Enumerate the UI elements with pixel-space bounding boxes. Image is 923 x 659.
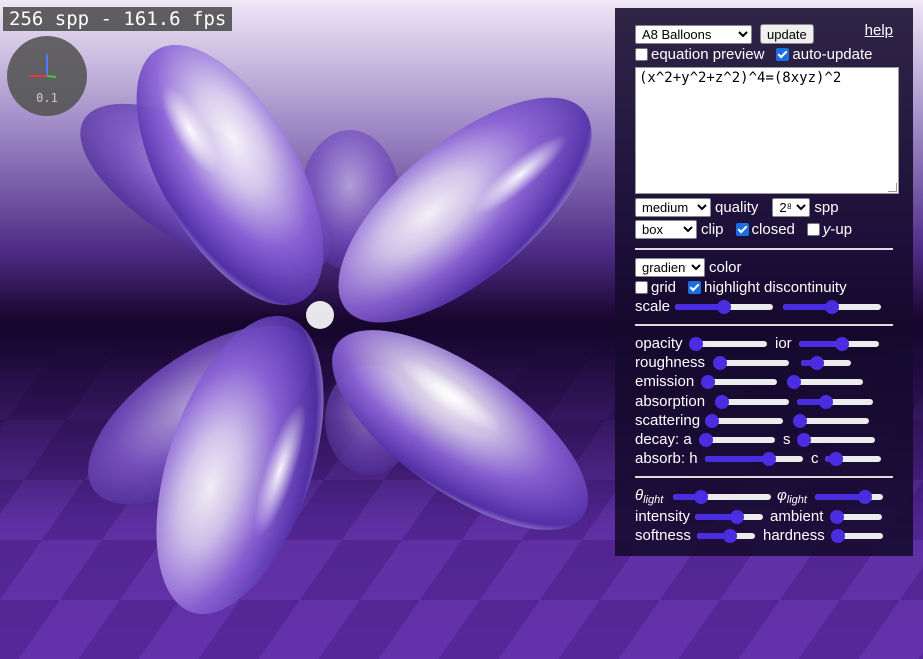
- emission-slider-2[interactable]: [787, 374, 863, 389]
- grid-checkbox[interactable]: [635, 281, 648, 294]
- clip-select[interactable]: box: [635, 220, 697, 239]
- highlight-discontinuity-checkbox[interactable]: [688, 281, 702, 294]
- hardness-slider[interactable]: [831, 528, 883, 543]
- slider-thumb[interactable]: [717, 299, 731, 314]
- roughness-label: roughness: [635, 354, 706, 371]
- slider-thumb[interactable]: [699, 432, 713, 447]
- opacity-label: opacity: [635, 335, 683, 352]
- closed-checkbox[interactable]: [735, 223, 749, 236]
- resize-grip-icon[interactable]: [888, 183, 897, 192]
- update-button[interactable]: update: [760, 24, 814, 44]
- slider-thumb[interactable]: [715, 394, 729, 409]
- slider-thumb[interactable]: [689, 336, 703, 351]
- absorption-slider-2[interactable]: [797, 394, 873, 409]
- spp-label: spp: [814, 199, 839, 216]
- equation-preview-checkbox[interactable]: [635, 48, 648, 61]
- quality-select[interactable]: medium: [635, 198, 711, 217]
- color-select[interactable]: gradient: [635, 258, 705, 277]
- divider: [635, 476, 893, 478]
- help-link[interactable]: help: [865, 22, 893, 39]
- grid-label: grid: [651, 279, 677, 296]
- intensity-slider[interactable]: [695, 509, 763, 524]
- scattering-slider-2[interactable]: [793, 413, 869, 428]
- absorb-c-slider[interactable]: [825, 451, 881, 466]
- quality-label: quality: [715, 199, 759, 216]
- absorb-h-label: absorb: h: [635, 450, 698, 467]
- absorption-label: absorption: [635, 393, 706, 410]
- slider-thumb[interactable]: [825, 299, 839, 314]
- phi-light-label: φlight: [777, 487, 807, 506]
- slider-thumb[interactable]: [831, 528, 845, 543]
- divider: [635, 324, 893, 326]
- scale-label: scale: [635, 298, 671, 315]
- equation-text: (x^2+y^2+z^2)^4=(8xyz)^2: [639, 70, 842, 86]
- slider-thumb[interactable]: [705, 413, 719, 428]
- slider-thumb[interactable]: [830, 509, 844, 524]
- equation-preview-label: equation preview: [651, 46, 765, 63]
- slider-thumb[interactable]: [694, 489, 708, 504]
- absorption-slider[interactable]: [715, 394, 789, 409]
- opacity-slider[interactable]: [689, 336, 767, 351]
- intensity-label: intensity: [635, 508, 691, 525]
- decay-a-slider[interactable]: [699, 432, 775, 447]
- scattering-label: scattering: [635, 412, 701, 429]
- slider-thumb[interactable]: [713, 355, 727, 370]
- scale-slider-a[interactable]: [675, 299, 773, 314]
- y-up-label: y: [822, 221, 831, 238]
- ior-slider[interactable]: [799, 336, 879, 351]
- auto-update-label: auto-update: [792, 46, 873, 63]
- phi-light-slider[interactable]: [815, 489, 883, 504]
- slider-thumb[interactable]: [797, 432, 811, 447]
- slider-thumb[interactable]: [723, 528, 738, 543]
- slider-thumb[interactable]: [810, 355, 824, 370]
- theta-light-slider[interactable]: [673, 489, 771, 504]
- softness-label: softness: [635, 527, 691, 544]
- absorb-h-slider[interactable]: [705, 451, 803, 466]
- y-up-checkbox[interactable]: [806, 223, 820, 236]
- auto-update-checkbox[interactable]: [776, 48, 790, 61]
- ambient-label: ambient: [770, 508, 824, 525]
- clip-label: clip: [701, 221, 724, 238]
- slider-thumb[interactable]: [858, 489, 873, 504]
- divider: [635, 248, 893, 250]
- slider-thumb[interactable]: [701, 374, 715, 389]
- decay-s-label: s: [783, 431, 791, 448]
- softness-slider[interactable]: [697, 528, 755, 543]
- slider-thumb[interactable]: [787, 374, 801, 389]
- decay-s-slider[interactable]: [797, 432, 875, 447]
- absorb-c-label: c: [811, 450, 819, 467]
- axis-gizmo[interactable]: 0.1: [7, 36, 87, 116]
- slider-thumb[interactable]: [818, 394, 833, 409]
- slider-fill: [705, 455, 770, 462]
- axis-scale-label: 0.1: [36, 91, 58, 105]
- spp-select[interactable]: 2⁸: [772, 198, 811, 217]
- scattering-slider[interactable]: [705, 413, 783, 428]
- color-label: color: [709, 259, 742, 276]
- slider-thumb[interactable]: [762, 451, 777, 466]
- slider-thumb[interactable]: [793, 413, 807, 428]
- y-up-suffix: -up: [830, 221, 853, 238]
- scale-slider-b[interactable]: [783, 299, 881, 314]
- slider-thumb[interactable]: [835, 336, 850, 351]
- fps-counter: 256 spp - 161.6 fps: [3, 7, 233, 31]
- equation-textarea[interactable]: (x^2+y^2+z^2)^4=(8xyz)^2: [635, 67, 899, 194]
- closed-label: closed: [751, 221, 795, 238]
- decay-a-label: decay: a: [635, 431, 692, 448]
- ambient-slider[interactable]: [830, 509, 882, 524]
- emission-label: emission: [635, 373, 695, 390]
- control-panel: A8 Balloons update help equation preview…: [615, 8, 913, 556]
- slider-thumb[interactable]: [730, 509, 745, 524]
- roughness-slider[interactable]: [713, 355, 789, 370]
- slider-thumb[interactable]: [829, 451, 844, 466]
- highlight-discontinuity-label: highlight discontinuity: [704, 279, 847, 296]
- hardness-label: hardness: [763, 527, 825, 544]
- emission-slider[interactable]: [701, 374, 777, 389]
- ior-label: ior: [775, 335, 792, 352]
- roughness-slider-2[interactable]: [801, 355, 851, 370]
- theta-light-label: θlight: [635, 487, 664, 506]
- preset-select[interactable]: A8 Balloons: [635, 24, 752, 44]
